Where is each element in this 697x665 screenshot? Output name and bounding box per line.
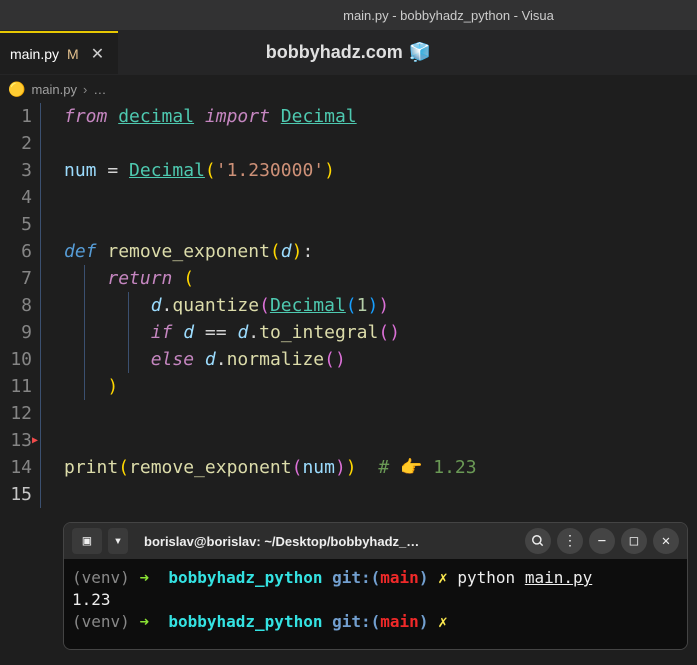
close-window-icon[interactable]: ✕ bbox=[653, 528, 679, 554]
terminal-title: borislav@borislav: ~/Desktop/bobbyhadz_… bbox=[134, 534, 519, 549]
watermark: bobbyhadz.com 🧊 bbox=[266, 42, 431, 63]
window-title: main.py - bobbyhadz_python - Visua bbox=[343, 8, 554, 23]
menu-icon[interactable]: ⋮ bbox=[557, 528, 583, 554]
breadcrumb-separator: › bbox=[83, 82, 87, 97]
tab-label: main.py bbox=[10, 46, 59, 62]
maximize-icon[interactable]: □ bbox=[621, 528, 647, 554]
tab-main-py[interactable]: main.py M ✕ bbox=[0, 31, 118, 74]
error-marker-icon: ▶ bbox=[32, 427, 38, 454]
close-icon[interactable]: ✕ bbox=[87, 44, 108, 64]
cube-icon: 🧊 bbox=[409, 42, 431, 63]
window-titlebar: main.py - bobbyhadz_python - Visua bbox=[0, 0, 697, 30]
terminal-window: ▣ ▾ borislav@borislav: ~/Desktop/bobbyha… bbox=[63, 522, 688, 650]
minimize-icon[interactable]: − bbox=[589, 528, 615, 554]
terminal-titlebar: ▣ ▾ borislav@borislav: ~/Desktop/bobbyha… bbox=[64, 523, 687, 559]
tab-modified-indicator: M bbox=[67, 46, 79, 62]
breadcrumb-file: main.py bbox=[31, 82, 77, 97]
tab-bar: main.py M ✕ bobbyhadz.com 🧊 bbox=[0, 30, 697, 75]
terminal-body[interactable]: (venv) ➜ bobbyhadz_python git:(main) ✗ p… bbox=[64, 559, 687, 649]
python-file-icon: 🟡 bbox=[8, 81, 25, 98]
breadcrumb-dots: … bbox=[93, 82, 106, 97]
new-tab-button[interactable]: ▣ bbox=[72, 528, 102, 554]
dropdown-button[interactable]: ▾ bbox=[108, 528, 128, 554]
breadcrumb[interactable]: 🟡 main.py › … bbox=[0, 75, 697, 103]
search-icon[interactable] bbox=[525, 528, 551, 554]
code-editor[interactable]: 1from decimal import Decimal 2 3num = De… bbox=[0, 103, 697, 508]
